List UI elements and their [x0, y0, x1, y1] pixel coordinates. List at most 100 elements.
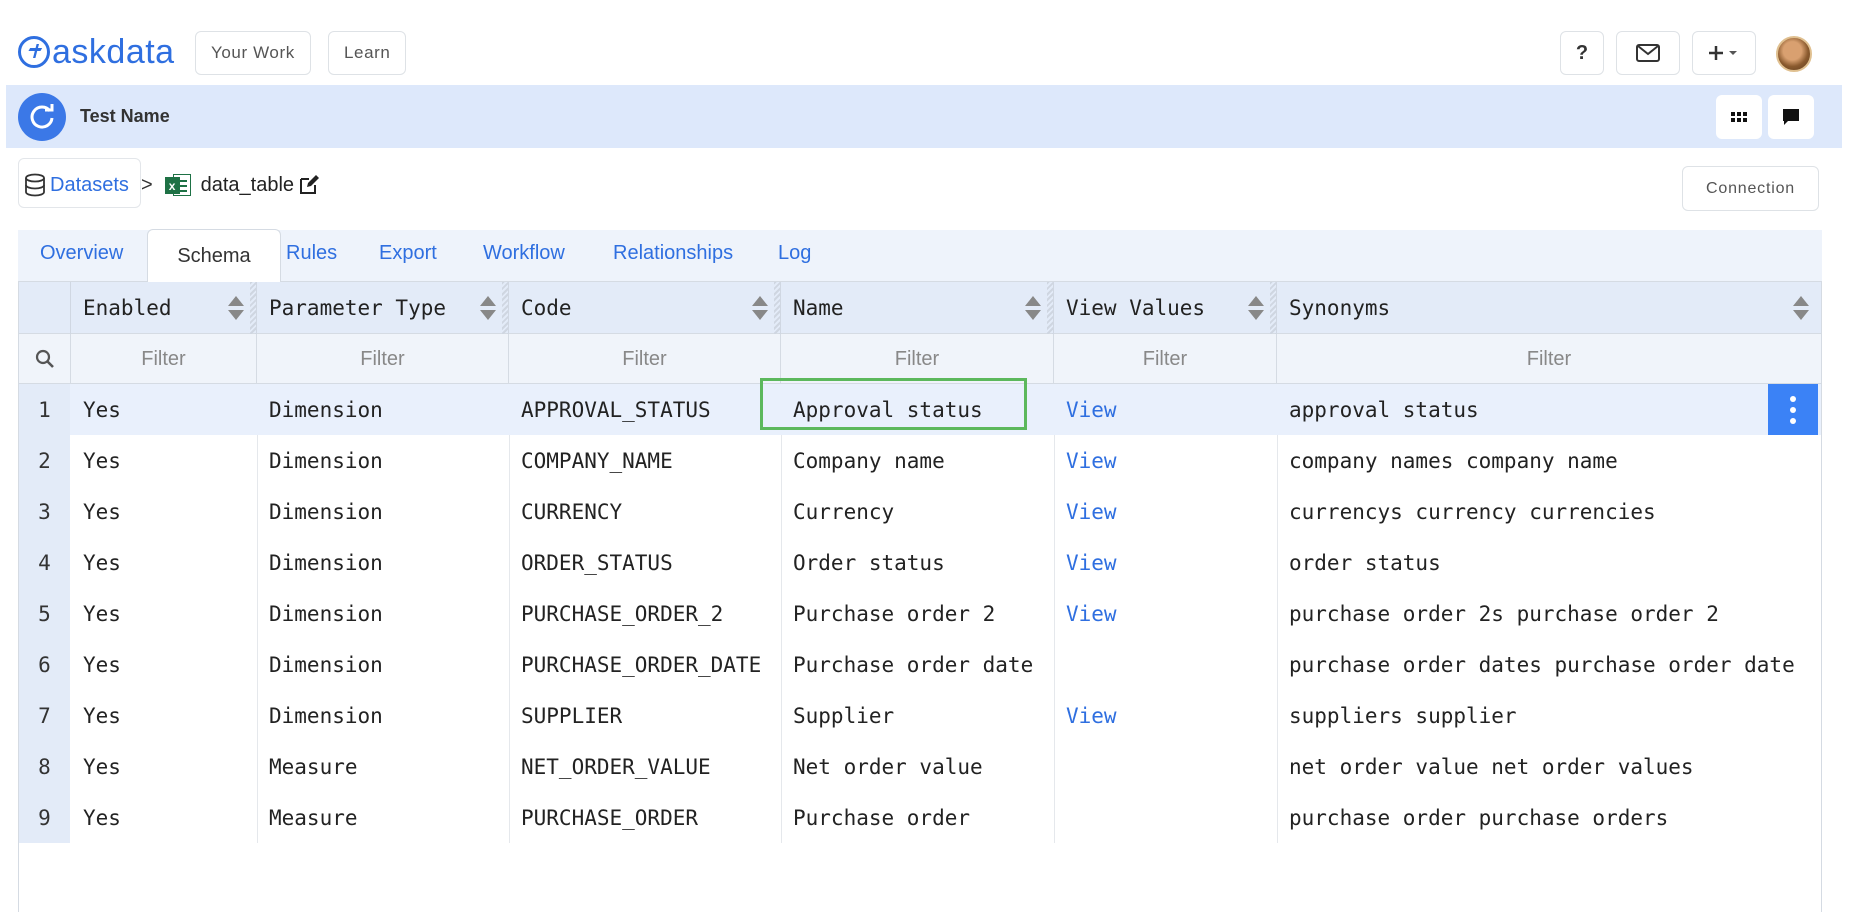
tab-rules[interactable]: Rules [286, 242, 337, 265]
cell-code[interactable]: SUPPLIER [509, 690, 622, 741]
cell-code[interactable]: CURRENCY [509, 486, 622, 537]
table-row[interactable]: 6 Yes Dimension PURCHASE_ORDER_DATE Purc… [19, 639, 1821, 690]
table-row[interactable]: 2 Yes Dimension COMPANY_NAME Company nam… [19, 435, 1821, 486]
chat-button[interactable] [1768, 95, 1814, 139]
table-row[interactable]: 3 Yes Dimension CURRENCY Currency View c… [19, 486, 1821, 537]
view-values-link[interactable] [1054, 639, 1066, 690]
breadcrumb-datasets-link[interactable]: Datasets [50, 174, 129, 197]
askdata-logo[interactable]: askdata [18, 32, 175, 72]
add-dropdown-button[interactable] [1692, 31, 1756, 75]
cell-code[interactable]: COMPANY_NAME [509, 435, 673, 486]
row-actions-button[interactable] [1768, 384, 1818, 435]
view-values-link[interactable]: View [1054, 690, 1117, 741]
help-button[interactable]: ? [1560, 31, 1604, 75]
cell-name[interactable]: Purchase order [781, 792, 970, 843]
cell-name[interactable]: Supplier [781, 690, 894, 741]
column-header-code[interactable]: Code [509, 282, 781, 334]
cell-name[interactable]: Order status [781, 537, 945, 588]
cell-enabled[interactable]: Yes [71, 486, 121, 537]
tab-export[interactable]: Export [379, 242, 437, 265]
cell-parameter-type[interactable]: Measure [257, 792, 358, 843]
filter-name-input[interactable]: Filter [781, 334, 1054, 384]
cell-parameter-type[interactable]: Dimension [257, 588, 383, 639]
cell-synonyms[interactable]: order status [1277, 537, 1441, 588]
apps-button[interactable] [1716, 95, 1762, 139]
cell-parameter-type[interactable]: Dimension [257, 486, 383, 537]
view-values-link[interactable]: View [1054, 384, 1117, 435]
cell-synonyms[interactable]: purchase order purchase orders [1277, 792, 1668, 843]
tab-overview[interactable]: Overview [40, 242, 123, 265]
cell-enabled[interactable]: Yes [71, 639, 121, 690]
cell-parameter-type[interactable]: Dimension [257, 435, 383, 486]
sort-icon[interactable] [752, 296, 768, 320]
cell-code[interactable]: PURCHASE_ORDER_2 [509, 588, 723, 639]
cell-enabled[interactable]: Yes [71, 384, 121, 435]
filter-enabled-input[interactable]: Filter [71, 334, 257, 384]
cell-synonyms[interactable]: suppliers supplier [1277, 690, 1517, 741]
edit-icon[interactable] [298, 174, 320, 196]
sort-icon[interactable] [1025, 296, 1041, 320]
filter-code-input[interactable]: Filter [509, 334, 781, 384]
sort-icon[interactable] [228, 296, 244, 320]
cell-parameter-type[interactable]: Dimension [257, 690, 383, 741]
filter-view-values-input[interactable]: Filter [1054, 334, 1277, 384]
column-header-enabled[interactable]: Enabled [71, 282, 257, 334]
cell-enabled[interactable]: Yes [71, 792, 121, 843]
tab-schema[interactable]: Schema [147, 229, 281, 283]
cell-parameter-type[interactable]: Dimension [257, 639, 383, 690]
cell-enabled[interactable]: Yes [71, 690, 121, 741]
user-avatar[interactable] [1776, 36, 1812, 72]
column-header-view-values[interactable]: View Values [1054, 282, 1277, 334]
view-values-link[interactable] [1054, 741, 1066, 792]
cell-synonyms[interactable]: company names company name [1277, 435, 1618, 486]
table-row[interactable]: 9 Yes Measure PURCHASE_ORDER Purchase or… [19, 792, 1821, 843]
connection-button[interactable]: Connection [1682, 166, 1819, 211]
cell-parameter-type[interactable]: Dimension [257, 384, 383, 435]
view-values-link[interactable]: View [1054, 537, 1117, 588]
filter-parameter-type-input[interactable]: Filter [257, 334, 509, 384]
your-work-button[interactable]: Your Work [195, 31, 311, 75]
tab-workflow[interactable]: Workflow [483, 242, 565, 265]
table-row[interactable]: 8 Yes Measure NET_ORDER_VALUE Net order … [19, 741, 1821, 792]
table-row[interactable]: 7 Yes Dimension SUPPLIER Supplier View s… [19, 690, 1821, 741]
refresh-button[interactable] [18, 93, 66, 141]
cell-synonyms[interactable]: currencys currency currencies [1277, 486, 1656, 537]
cell-name[interactable]: Purchase order 2 [781, 588, 995, 639]
table-row[interactable]: 5 Yes Dimension PURCHASE_ORDER_2 Purchas… [19, 588, 1821, 639]
filter-synonyms-input[interactable]: Filter [1277, 334, 1821, 384]
cell-code[interactable]: PURCHASE_ORDER_DATE [509, 639, 761, 690]
cell-synonyms[interactable]: purchase order dates purchase order date [1277, 639, 1795, 690]
cell-name[interactable]: Currency [781, 486, 894, 537]
cell-name[interactable]: Net order value [781, 741, 983, 792]
cell-synonyms[interactable]: purchase order 2s purchase order 2 [1277, 588, 1719, 639]
cell-synonyms[interactable]: net order value net order values [1277, 741, 1694, 792]
view-values-link[interactable] [1054, 792, 1066, 843]
cell-parameter-type[interactable]: Measure [257, 741, 358, 792]
cell-name[interactable]: Company name [781, 435, 945, 486]
view-values-link[interactable]: View [1054, 588, 1117, 639]
cell-code[interactable]: ORDER_STATUS [509, 537, 673, 588]
cell-parameter-type[interactable]: Dimension [257, 537, 383, 588]
cell-name[interactable]: Purchase order date [781, 639, 1033, 690]
messages-button[interactable] [1616, 31, 1680, 75]
table-row[interactable]: 4 Yes Dimension ORDER_STATUS Order statu… [19, 537, 1821, 588]
tab-relationships[interactable]: Relationships [613, 242, 733, 265]
column-header-parameter-type[interactable]: Parameter Type [257, 282, 509, 334]
sort-icon[interactable] [1248, 296, 1264, 320]
column-header-name[interactable]: Name [781, 282, 1054, 334]
cell-code[interactable]: APPROVAL_STATUS [509, 384, 711, 435]
cell-enabled[interactable]: Yes [71, 588, 121, 639]
learn-button[interactable]: Learn [328, 31, 407, 75]
cell-enabled[interactable]: Yes [71, 435, 121, 486]
cell-synonyms[interactable]: approval status [1277, 384, 1479, 435]
view-values-link[interactable]: View [1054, 486, 1117, 537]
sort-icon[interactable] [1793, 296, 1809, 320]
cell-enabled[interactable]: Yes [71, 537, 121, 588]
cell-enabled[interactable]: Yes [71, 741, 121, 792]
cell-code[interactable]: NET_ORDER_VALUE [509, 741, 711, 792]
view-values-link[interactable]: View [1054, 435, 1117, 486]
tab-log[interactable]: Log [778, 242, 811, 265]
sort-icon[interactable] [480, 296, 496, 320]
column-header-synonyms[interactable]: Synonyms [1277, 282, 1821, 334]
cell-code[interactable]: PURCHASE_ORDER [509, 792, 698, 843]
